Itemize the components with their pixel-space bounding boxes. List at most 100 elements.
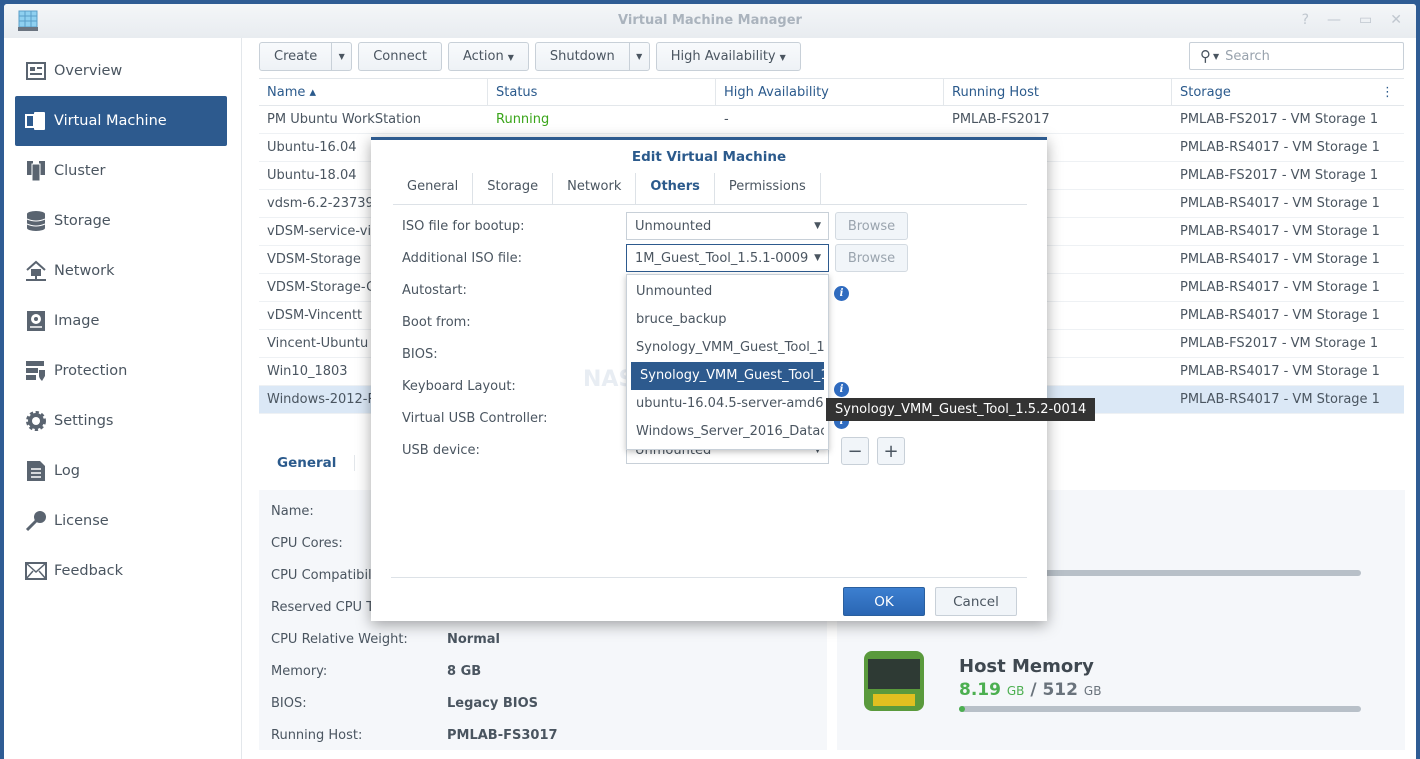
usb-device-label: USB device: — [402, 443, 480, 458]
cell-host: PMLAB-FS2017 — [952, 112, 1050, 127]
dropdown-option[interactable]: ubuntu-16.04.5-server-amd64 — [627, 390, 824, 418]
detail-value: 8 GB — [447, 664, 482, 679]
autostart-label: Autostart: — [402, 283, 467, 298]
sidebar-item-cluster[interactable]: Cluster — [15, 146, 227, 196]
sidebar-item-label: Cluster — [54, 163, 106, 179]
shutdown-button[interactable]: Shutdown ▼ — [534, 42, 650, 71]
dialog-tab-permissions[interactable]: Permissions — [715, 173, 821, 204]
search-icon: ⚲ — [1200, 47, 1211, 65]
tooltip: Synology_VMM_Guest_Tool_1.5.2-0014 — [826, 398, 1096, 421]
network-icon — [25, 260, 47, 282]
close-icon[interactable]: ✕ — [1390, 12, 1402, 28]
column-running-host[interactable]: Running Host — [944, 79, 1172, 105]
create-dropdown-icon[interactable]: ▼ — [331, 43, 351, 70]
keyboard-info-icon[interactable]: i — [834, 382, 849, 397]
storage-icon — [25, 210, 47, 232]
maximize-icon[interactable]: ▭ — [1359, 12, 1372, 28]
vm-icon — [25, 110, 47, 132]
host-memory-usage: 8.19 GB / 512 GB — [959, 680, 1102, 700]
browse-additional-iso-button[interactable]: Browse — [835, 244, 908, 272]
sidebar-item-label: Log — [54, 463, 80, 479]
image-icon — [25, 310, 47, 332]
sidebar-item-overview[interactable]: Overview — [15, 46, 227, 96]
sidebar-item-label: Virtual Machine — [54, 113, 167, 129]
boot-from-label: Boot from: — [402, 315, 471, 330]
dialog-tab-storage[interactable]: Storage — [473, 173, 554, 204]
cancel-button[interactable]: Cancel — [935, 587, 1017, 616]
column-options-icon[interactable]: ⋮ — [1381, 85, 1394, 100]
sidebar-item-storage[interactable]: Storage — [15, 196, 227, 246]
sidebar-item-license[interactable]: License — [15, 496, 227, 546]
table-header: Name ▴ Status High Availability Running … — [259, 78, 1404, 106]
additional-iso-select[interactable]: 1M_Guest_Tool_1.5.1-0009 ▼ — [626, 244, 829, 272]
sidebar: Overview Virtual Machine Cluster Storage… — [4, 38, 242, 759]
memory-chip-icon — [864, 651, 924, 711]
sidebar-item-log[interactable]: Log — [15, 446, 227, 496]
iso-boot-select[interactable]: Unmounted ▼ — [626, 212, 829, 240]
sidebar-item-feedback[interactable]: Feedback — [15, 546, 227, 596]
sidebar-item-image[interactable]: Image — [15, 296, 227, 346]
dropdown-option[interactable]: Windows_Server_2016_Datace — [627, 418, 824, 446]
remove-usb-button[interactable]: − — [841, 437, 869, 465]
dropdown-option-selected[interactable]: Synology_VMM_Guest_Tool_1. — [631, 362, 824, 390]
cluster-icon — [25, 160, 47, 182]
dialog-tab-others[interactable]: Others — [636, 173, 715, 204]
detail-key: CPU Relative Weight: — [271, 632, 408, 647]
title-bar: Virtual Machine Manager ? — ▭ ✕ — [4, 4, 1416, 38]
search-input[interactable]: ⚲ ▼ Search — [1189, 42, 1404, 70]
detail-value: Legacy BIOS — [447, 696, 539, 711]
column-storage[interactable]: Storage ⋮ — [1172, 79, 1404, 105]
ok-button[interactable]: OK — [843, 587, 925, 616]
cell-storage: PMLAB-RS4017 - VM Storage 1 — [1180, 224, 1380, 239]
shutdown-dropdown-icon[interactable]: ▼ — [628, 43, 649, 70]
toolbar: Create ▼ Connect Action ▼ Shutdown ▼ High A… — [259, 42, 801, 71]
cell-storage: PMLAB-FS2017 - VM Storage 1 — [1180, 168, 1379, 183]
cell-storage: PMLAB-RS4017 - VM Storage 1 — [1180, 140, 1380, 155]
sidebar-item-label: Network — [54, 263, 115, 279]
cell-storage: PMLAB-FS2017 - VM Storage 1 — [1180, 112, 1379, 127]
dialog-footer-divider — [391, 577, 1027, 578]
sidebar-item-virtual-machine[interactable]: Virtual Machine — [15, 96, 227, 146]
column-high-availability[interactable]: High Availability — [716, 79, 944, 105]
dialog-tab-network[interactable]: Network — [553, 173, 637, 204]
tab-general[interactable]: General — [259, 455, 356, 471]
dropdown-option[interactable]: Synology_VMM_Guest_Tool_1. — [627, 334, 824, 362]
detail-key: BIOS: — [271, 696, 307, 711]
sidebar-item-label: Settings — [54, 413, 114, 429]
sidebar-item-network[interactable]: Network — [15, 246, 227, 296]
dialog-title: Edit Virtual Machine — [631, 149, 787, 165]
autostart-info-icon[interactable]: i — [834, 286, 849, 301]
high-availability-button[interactable]: High Availability ▼ — [655, 42, 801, 71]
dropdown-option[interactable]: Unmounted — [627, 278, 824, 306]
add-usb-button[interactable]: + — [877, 437, 905, 465]
sidebar-item-label: License — [54, 513, 109, 529]
action-button[interactable]: Action ▼ — [447, 42, 529, 71]
detail-key: Running Host: — [271, 728, 363, 743]
window-title: Virtual Machine Manager — [618, 13, 802, 28]
sidebar-item-settings[interactable]: Settings — [15, 396, 227, 446]
dialog-tab-general[interactable]: General — [393, 173, 474, 204]
host-memory-bar-fill — [959, 706, 966, 712]
column-status[interactable]: Status — [488, 79, 716, 105]
cell-storage: PMLAB-RS4017 - VM Storage 1 — [1180, 308, 1380, 323]
table-row[interactable]: PM Ubuntu WorkStation Running - PMLAB-FS201… — [259, 106, 1404, 134]
cell-name: PM Ubuntu WorkStation — [267, 112, 422, 127]
chevron-down-icon: ▼ — [507, 53, 514, 62]
cell-storage: PMLAB-RS4017 - VM Storage 1 — [1180, 364, 1380, 379]
cell-storage: PMLAB-RS4017 - VM Storage 1 — [1180, 280, 1380, 295]
minimize-icon[interactable]: — — [1327, 12, 1341, 28]
create-button[interactable]: Create ▼ — [259, 42, 353, 71]
overview-icon — [25, 60, 47, 82]
detail-key: Memory: — [271, 664, 328, 679]
connect-button[interactable]: Connect — [358, 42, 442, 71]
browse-iso-boot-button[interactable]: Browse — [835, 212, 908, 240]
cell-storage: PMLAB-RS4017 - VM Storage 1 — [1180, 196, 1380, 211]
dropdown-option[interactable]: bruce_backup — [627, 306, 824, 334]
cell-storage: PMLAB-FS2017 - VM Storage 1 — [1180, 336, 1379, 351]
help-icon[interactable]: ? — [1302, 12, 1309, 28]
edit-vm-dialog: Edit Virtual Machine General Storage Net… — [371, 137, 1047, 621]
chevron-down-icon: ▼ — [814, 221, 821, 231]
chevron-down-icon: ▼ — [779, 53, 786, 62]
sidebar-item-protection[interactable]: Protection — [15, 346, 227, 396]
column-name[interactable]: Name ▴ — [259, 79, 488, 105]
